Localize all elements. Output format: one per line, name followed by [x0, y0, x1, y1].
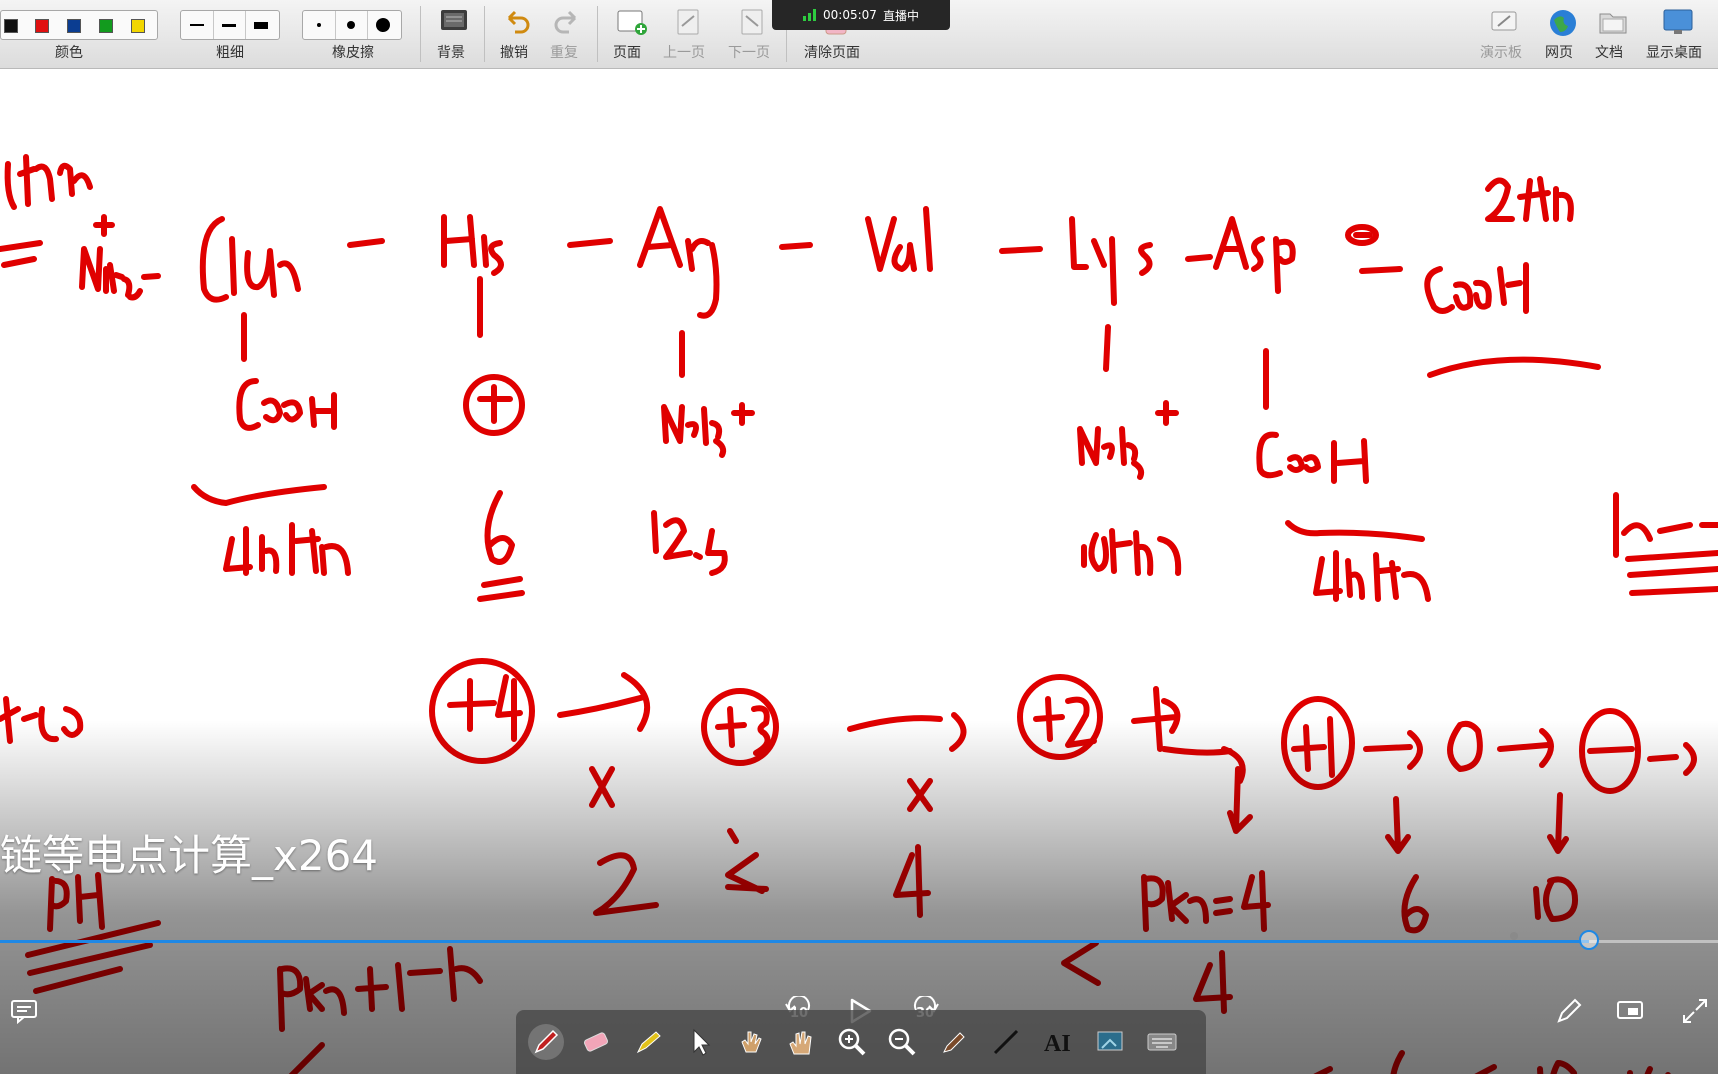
annotate-button[interactable]: [1554, 996, 1584, 1030]
zoom-out-icon[interactable]: [884, 1024, 920, 1060]
text-tool-icon[interactable]: AI: [1040, 1024, 1076, 1060]
eraser-size-selector: [302, 10, 402, 40]
background-icon: [441, 10, 467, 30]
page-button[interactable]: 页面: [604, 4, 652, 64]
prev-page-label: 上一页: [663, 45, 705, 61]
color-group: 颜色: [0, 0, 160, 68]
eraser-medium[interactable]: [335, 11, 368, 39]
toolbar-divider: [484, 6, 485, 62]
next-page-button[interactable]: 下一页: [726, 4, 774, 64]
next-page-label: 下一页: [728, 45, 770, 61]
thickness-selector: [180, 10, 280, 40]
marker-tool-icon[interactable]: [936, 1024, 972, 1060]
new-page-icon: [617, 10, 647, 35]
document-button[interactable]: 文档: [1586, 4, 1634, 64]
globe-icon: [1550, 10, 1576, 36]
thickness-thick[interactable]: [245, 11, 277, 39]
grab-hand-icon[interactable]: [782, 1024, 818, 1060]
webpage-button[interactable]: 网页: [1536, 4, 1584, 64]
pen-tool-icon[interactable]: [528, 1024, 564, 1060]
fullscreen-icon: [1683, 999, 1707, 1023]
document-label: 文档: [1595, 45, 1623, 61]
signal-icon: [803, 9, 817, 21]
comment-icon: [11, 1000, 37, 1025]
progress-thumb[interactable]: [1579, 930, 1599, 950]
redo-label: 重复: [550, 45, 578, 61]
whiteboard-button[interactable]: 演示板: [1478, 4, 1526, 64]
pencil-icon: [1557, 998, 1582, 1023]
fullscreen-button[interactable]: [1680, 996, 1710, 1030]
color-swatch-blue[interactable]: [67, 19, 81, 33]
whiteboard-label: 演示板: [1480, 45, 1522, 61]
pointer-tool-icon[interactable]: [682, 1024, 718, 1060]
video-title: 链等电点计算_x264: [0, 831, 379, 880]
color-swatches: [0, 10, 158, 40]
progress-fill: [0, 940, 1589, 943]
background-label: 背景: [437, 45, 465, 61]
eraser-small[interactable]: [303, 11, 336, 39]
next-page-icon: [741, 9, 763, 35]
prev-page-icon: [677, 9, 699, 35]
undo-label: 撤销: [500, 45, 528, 61]
color-swatch-green[interactable]: [99, 19, 113, 33]
show-desktop-button[interactable]: 显示桌面: [1646, 4, 1710, 64]
line-tool-icon[interactable]: [988, 1024, 1024, 1060]
pip-button[interactable]: [1616, 998, 1646, 1028]
webpage-label: 网页: [1545, 45, 1573, 61]
progress-marker: [1510, 932, 1518, 940]
drawing-tools-bar: AI: [516, 1010, 1206, 1074]
eraser-group: 橡皮擦: [302, 0, 406, 68]
eraser-large[interactable]: [367, 11, 399, 39]
color-label: 颜色: [55, 45, 83, 61]
folder-icon: [1599, 13, 1627, 34]
redo-icon: [554, 10, 577, 34]
laser-hand-icon[interactable]: [732, 1024, 768, 1060]
page-label: 页面: [613, 45, 641, 61]
thickness-group: 粗细: [180, 0, 284, 68]
color-swatch-black[interactable]: [4, 19, 18, 33]
highlighter-tool-icon[interactable]: [630, 1024, 666, 1060]
zoom-in-icon[interactable]: [834, 1024, 870, 1060]
color-swatch-red[interactable]: [35, 19, 49, 33]
live-status-badge: 00:05:07 直播中: [772, 0, 950, 30]
undo-button[interactable]: 撤销: [491, 4, 539, 64]
toolbar-divider: [597, 6, 598, 62]
picture-in-picture-icon: [1617, 1001, 1643, 1019]
redo-button[interactable]: 重复: [541, 4, 589, 64]
monitor-icon: [1663, 9, 1693, 34]
thickness-thin[interactable]: [181, 11, 214, 39]
progress-bar[interactable]: [0, 940, 1718, 943]
toolbar-divider: [420, 6, 421, 62]
prev-page-button[interactable]: 上一页: [662, 4, 710, 64]
whiteboard-icon: [1491, 11, 1517, 31]
live-timer: 00:05:07: [823, 8, 877, 22]
danmaku-toggle[interactable]: [10, 998, 40, 1028]
eraser-label: 橡皮擦: [332, 45, 374, 61]
thickness-label: 粗细: [216, 45, 244, 61]
screen-capture-icon[interactable]: [1092, 1024, 1128, 1060]
color-swatch-yellow[interactable]: [131, 19, 145, 33]
thickness-medium[interactable]: [213, 11, 246, 39]
undo-icon: [507, 10, 530, 34]
keyboard-icon[interactable]: [1144, 1024, 1180, 1060]
clear-page-label: 清除页面: [804, 45, 860, 61]
background-button[interactable]: 背景: [428, 4, 476, 64]
show-desktop-label: 显示桌面: [1646, 45, 1702, 61]
svg-text:AI: AI: [1044, 1031, 1071, 1057]
eraser-tool-icon[interactable]: [578, 1024, 614, 1060]
live-status-text: 直播中: [882, 8, 919, 23]
